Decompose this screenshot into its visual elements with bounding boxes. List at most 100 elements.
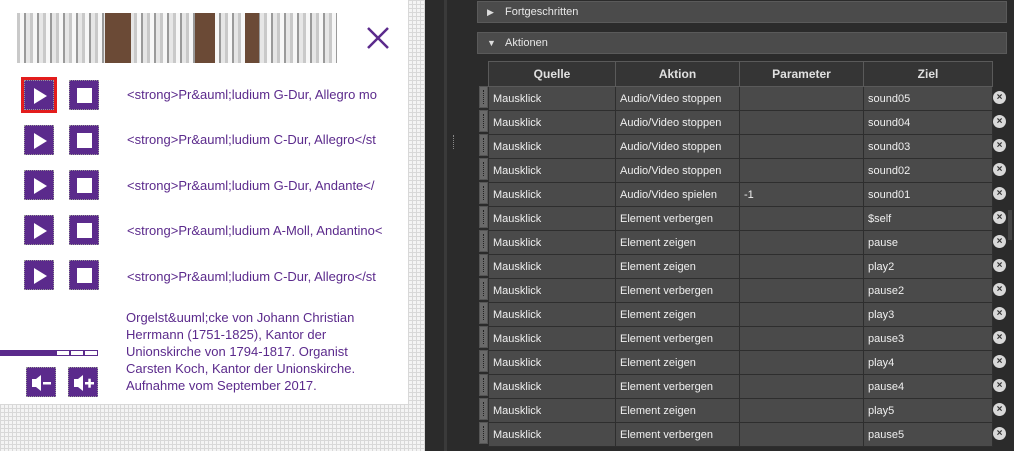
cell-parameter[interactable] (739, 422, 864, 447)
delete-row-icon[interactable]: × (993, 427, 1006, 440)
cell-ziel[interactable]: pause5 (863, 422, 993, 447)
cell-aktion[interactable]: Element verbergen (615, 278, 740, 303)
cell-ziel[interactable]: play3 (863, 302, 993, 327)
delete-row-icon[interactable]: × (993, 331, 1006, 344)
play-button[interactable] (21, 77, 57, 113)
cell-parameter[interactable] (739, 302, 864, 327)
cell-ziel[interactable]: sound03 (863, 134, 993, 159)
drag-handle-icon[interactable] (479, 350, 488, 372)
cell-quelle[interactable]: Mausklick (488, 350, 616, 375)
delete-row-icon[interactable]: × (993, 211, 1006, 224)
table-row[interactable]: Mausklick Audio/Video stoppen sound02 (488, 158, 993, 183)
play-button[interactable] (24, 125, 54, 155)
cell-ziel[interactable]: play2 (863, 254, 993, 279)
cell-quelle[interactable]: Mausklick (488, 158, 616, 183)
cell-quelle[interactable]: Mausklick (488, 398, 616, 423)
table-row[interactable]: Mausklick Element verbergen pause5 (488, 422, 993, 447)
cell-aktion[interactable]: Element verbergen (615, 206, 740, 231)
cell-parameter[interactable]: -1 (739, 182, 864, 207)
delete-row-icon[interactable]: × (993, 115, 1006, 128)
cell-parameter[interactable] (739, 110, 864, 135)
volume-up-button[interactable] (68, 367, 98, 397)
cell-aktion[interactable]: Element zeigen (615, 350, 740, 375)
drag-handle-icon[interactable] (479, 158, 488, 180)
drag-handle-icon[interactable] (479, 206, 488, 228)
column-header[interactable]: Ziel (863, 61, 993, 87)
stop-button[interactable] (69, 170, 99, 200)
cell-aktion[interactable]: Element zeigen (615, 302, 740, 327)
drag-handle-icon[interactable] (479, 374, 488, 396)
cell-quelle[interactable]: Mausklick (488, 374, 616, 399)
table-row[interactable]: Mausklick Audio/Video spielen -1 sound01 (488, 182, 993, 207)
delete-row-icon[interactable]: × (993, 259, 1006, 272)
cell-aktion[interactable]: Audio/Video stoppen (615, 158, 740, 183)
drag-handle-icon[interactable] (479, 86, 488, 108)
play-button[interactable] (24, 215, 54, 245)
cell-ziel[interactable]: play4 (863, 350, 993, 375)
table-row[interactable]: Mausklick Element zeigen play3 (488, 302, 993, 327)
drag-handle-icon[interactable] (479, 230, 488, 252)
cell-parameter[interactable] (739, 278, 864, 303)
cell-ziel[interactable]: pause (863, 230, 993, 255)
play-button[interactable] (24, 170, 54, 200)
cell-quelle[interactable]: Mausklick (488, 230, 616, 255)
play-button[interactable] (24, 260, 54, 290)
cell-quelle[interactable]: Mausklick (488, 326, 616, 351)
delete-row-icon[interactable]: × (993, 139, 1006, 152)
cell-quelle[interactable]: Mausklick (488, 422, 616, 447)
table-row[interactable]: Mausklick Element verbergen pause3 (488, 326, 993, 351)
cell-parameter[interactable] (739, 254, 864, 279)
drag-handle-icon[interactable] (479, 422, 488, 444)
delete-row-icon[interactable]: × (993, 403, 1006, 416)
cell-ziel[interactable]: sound01 (863, 182, 993, 207)
cell-parameter[interactable] (739, 398, 864, 423)
cell-quelle[interactable]: Mausklick (488, 86, 616, 111)
section-fortgeschritten[interactable]: ▶ Fortgeschritten (477, 1, 1007, 23)
delete-row-icon[interactable]: × (993, 379, 1006, 392)
drag-handle-icon[interactable] (479, 134, 488, 156)
cell-aktion[interactable]: Audio/Video stoppen (615, 86, 740, 111)
delete-row-icon[interactable]: × (993, 91, 1006, 104)
delete-row-icon[interactable]: × (993, 235, 1006, 248)
cell-aktion[interactable]: Element zeigen (615, 230, 740, 255)
cell-aktion[interactable]: Audio/Video spielen (615, 182, 740, 207)
cell-ziel[interactable]: pause3 (863, 326, 993, 351)
cell-quelle[interactable]: Mausklick (488, 110, 616, 135)
cell-parameter[interactable] (739, 374, 864, 399)
stop-button[interactable] (69, 215, 99, 245)
cell-quelle[interactable]: Mausklick (488, 302, 616, 327)
cell-aktion[interactable]: Audio/Video stoppen (615, 134, 740, 159)
table-row[interactable]: Mausklick Audio/Video stoppen sound03 (488, 134, 993, 159)
cell-parameter[interactable] (739, 206, 864, 231)
cell-ziel[interactable]: sound02 (863, 158, 993, 183)
cell-ziel[interactable]: pause4 (863, 374, 993, 399)
cell-ziel[interactable]: play5 (863, 398, 993, 423)
table-row[interactable]: Mausklick Element verbergen pause2 (488, 278, 993, 303)
delete-row-icon[interactable]: × (993, 355, 1006, 368)
cell-aktion[interactable]: Element verbergen (615, 326, 740, 351)
drag-handle-icon[interactable] (479, 398, 488, 420)
drag-handle-icon[interactable] (479, 278, 488, 300)
drag-handle-icon[interactable] (479, 302, 488, 324)
drag-handle-icon[interactable] (479, 254, 488, 276)
cell-ziel[interactable]: pause2 (863, 278, 993, 303)
stop-button[interactable] (69, 125, 99, 155)
table-row[interactable]: Mausklick Element zeigen play5 (488, 398, 993, 423)
table-row[interactable]: Mausklick Audio/Video stoppen sound04 (488, 110, 993, 135)
cell-aktion[interactable]: Element zeigen (615, 398, 740, 423)
cell-parameter[interactable] (739, 158, 864, 183)
scrollbar[interactable] (1008, 210, 1012, 240)
cell-aktion[interactable]: Element zeigen (615, 254, 740, 279)
drag-handle-icon[interactable] (479, 326, 488, 348)
cell-parameter[interactable] (739, 326, 864, 351)
cell-aktion[interactable]: Element verbergen (615, 422, 740, 447)
cell-quelle[interactable]: Mausklick (488, 134, 616, 159)
column-header[interactable]: Parameter (739, 61, 864, 87)
drag-handle-icon[interactable] (479, 110, 488, 132)
stop-button[interactable] (69, 80, 99, 110)
delete-row-icon[interactable]: × (993, 283, 1006, 296)
cell-aktion[interactable]: Element verbergen (615, 374, 740, 399)
table-row[interactable]: Mausklick Element verbergen $self (488, 206, 993, 231)
stop-button[interactable] (69, 260, 99, 290)
table-row[interactable]: Mausklick Element zeigen pause (488, 230, 993, 255)
